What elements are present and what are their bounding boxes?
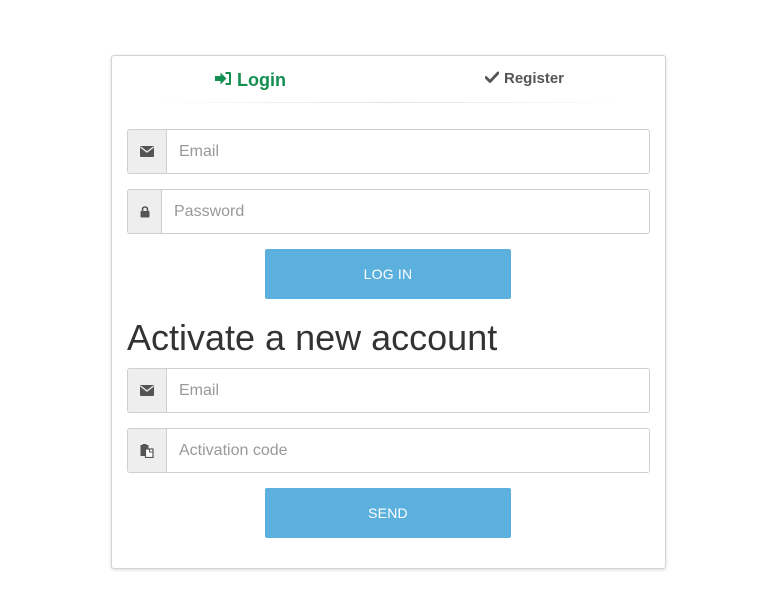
login-email-group: [127, 129, 650, 174]
tab-login[interactable]: Login: [215, 69, 286, 91]
paste-icon: [128, 429, 167, 472]
tab-login-label: Login: [237, 69, 286, 90]
activate-account-title: Activate a new account: [127, 317, 498, 358]
activate-email-input[interactable]: [167, 369, 649, 412]
login-password-input[interactable]: [162, 190, 649, 233]
tab-register[interactable]: Register: [484, 68, 565, 88]
envelope-icon: [128, 130, 167, 173]
login-password-group: [127, 189, 650, 234]
activation-code-input[interactable]: [167, 429, 649, 472]
login-email-input[interactable]: [167, 130, 649, 173]
check-icon: [484, 70, 504, 87]
login-button[interactable]: LOG IN: [265, 249, 511, 299]
send-button[interactable]: SEND: [265, 488, 511, 538]
activate-email-group: [127, 368, 650, 413]
auth-card: Login Register LOG IN Activat: [111, 55, 666, 569]
tab-register-label: Register: [504, 69, 565, 87]
tab-divider: [152, 102, 627, 103]
sign-in-icon: [215, 70, 237, 91]
lock-icon: [128, 190, 162, 233]
envelope-icon: [128, 369, 167, 412]
activation-code-group: [127, 428, 650, 473]
